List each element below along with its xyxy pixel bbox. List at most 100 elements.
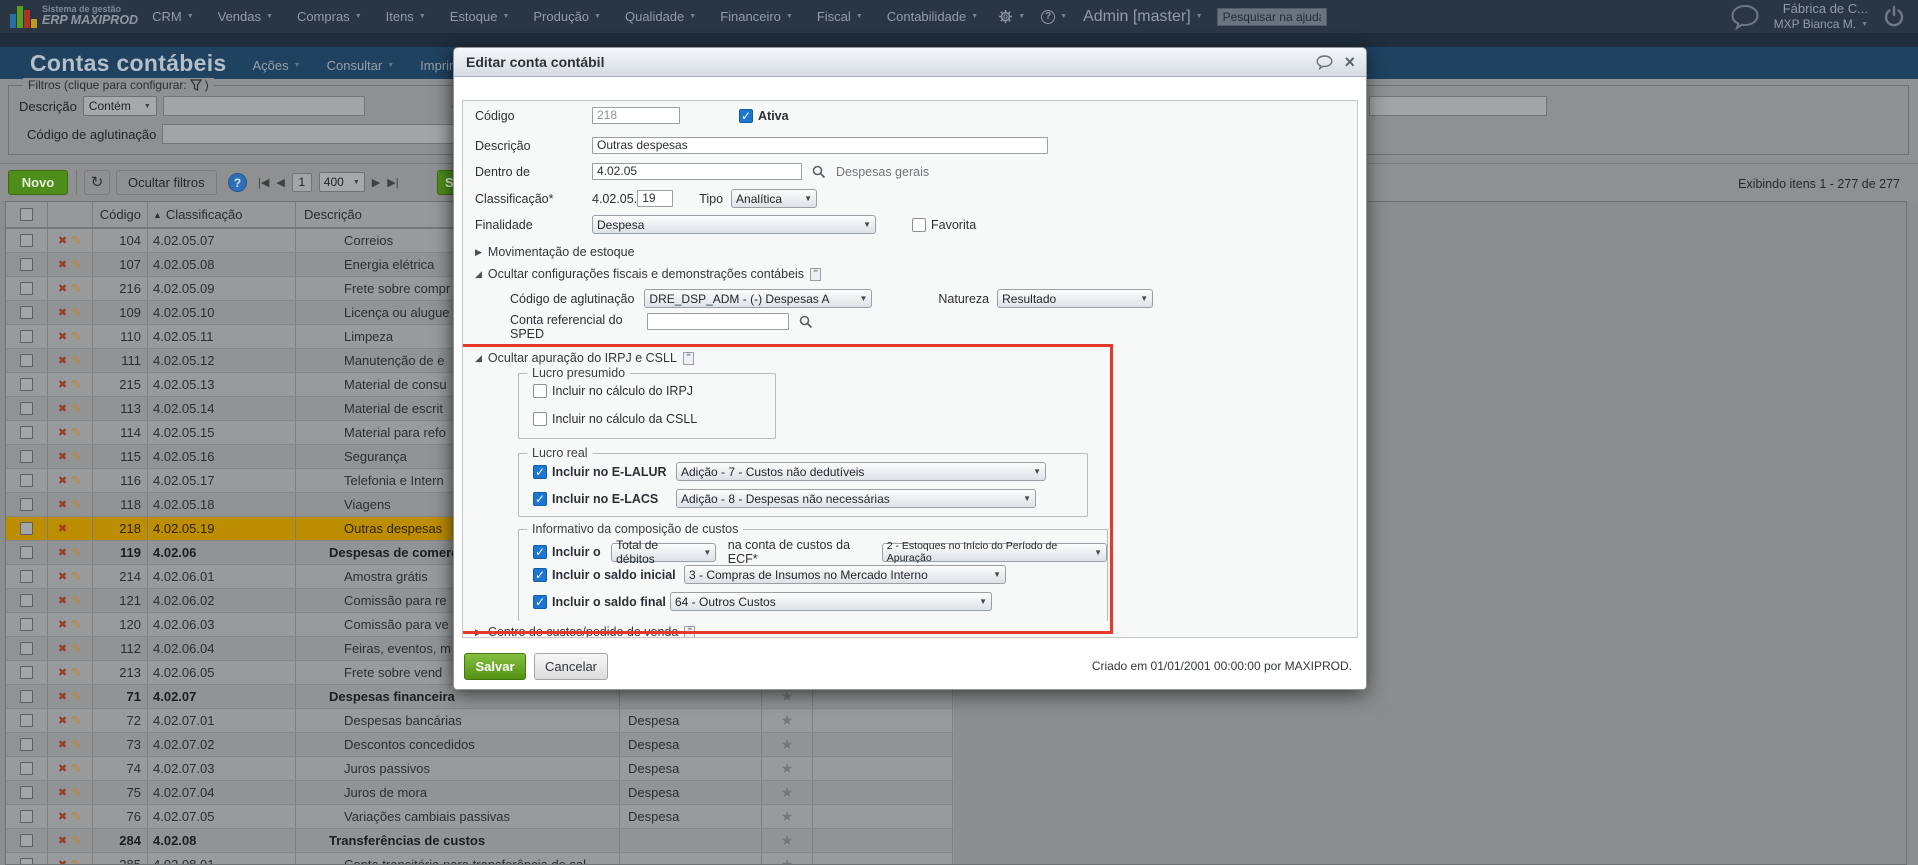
delete-icon[interactable]: ✖: [58, 234, 67, 247]
delete-icon[interactable]: ✖: [58, 402, 67, 415]
row-checkbox[interactable]: [20, 834, 33, 847]
modal-header[interactable]: Editar conta contábil ×: [454, 48, 1366, 77]
menu-item-fiscal[interactable]: Fiscal ▼: [817, 9, 863, 24]
row-checkbox[interactable]: [20, 282, 33, 295]
edit-pencil-icon[interactable]: ✎: [71, 689, 82, 705]
select-all-checkbox[interactable]: [20, 208, 33, 221]
section-centro-custos[interactable]: Centro de custos/pedido de venda: [488, 625, 678, 637]
classificacao-header[interactable]: ▲ Classificação: [148, 202, 296, 227]
edit-pencil-icon[interactable]: ✎: [71, 257, 82, 273]
edit-pencil-icon[interactable]: ✎: [71, 305, 82, 321]
row-checkbox[interactable]: [20, 738, 33, 751]
table-row[interactable]: ✖ ✎ 75 4.02.07.04 Juros de mora Despesa ★: [6, 781, 954, 805]
salvar-button[interactable]: Salvar: [464, 653, 526, 680]
favorita-cell[interactable]: ★: [762, 829, 813, 852]
row-checkbox[interactable]: [20, 498, 33, 511]
star-icon[interactable]: ★: [781, 784, 794, 801]
filters-legend[interactable]: Filtros (clique para configurar: ): [23, 78, 214, 92]
conta-custos-ecf-select[interactable]: 2 - Estoques no Início do Período de Apu…: [881, 540, 1108, 564]
incluir-o-checkbox[interactable]: [533, 545, 547, 559]
csll-checkbox[interactable]: [533, 412, 547, 426]
row-select-cell[interactable]: [6, 517, 48, 540]
delete-icon[interactable]: ✖: [58, 330, 67, 343]
row-select-cell[interactable]: [6, 685, 48, 708]
saldo-inicial-select[interactable]: 3 - Compras de Insumos no Mercado Intern…: [684, 565, 1006, 584]
delete-icon[interactable]: ✖: [58, 570, 67, 583]
page-number-input[interactable]: 1: [291, 172, 312, 192]
row-checkbox[interactable]: [20, 618, 33, 631]
row-select-cell[interactable]: [6, 613, 48, 636]
saldo-inicial-checkbox[interactable]: [533, 567, 547, 582]
edit-pencil-icon[interactable]: ✎: [71, 449, 82, 465]
edit-pencil-icon[interactable]: ✎: [71, 377, 82, 393]
logout-power-icon[interactable]: [1882, 5, 1906, 29]
codigo-header[interactable]: Código: [93, 202, 148, 227]
row-select-cell[interactable]: [6, 661, 48, 684]
edit-pencil-icon[interactable]: ✎: [71, 497, 82, 513]
delete-icon[interactable]: ✖: [58, 594, 67, 607]
row-checkbox[interactable]: [20, 258, 33, 271]
favorita-cell[interactable]: ★: [762, 853, 813, 864]
saldo-final-checkbox[interactable]: [533, 594, 547, 609]
favorita-cell[interactable]: ★: [762, 709, 813, 732]
row-select-cell[interactable]: [6, 301, 48, 324]
row-select-cell[interactable]: [6, 421, 48, 444]
row-select-cell[interactable]: [6, 373, 48, 396]
row-checkbox[interactable]: [20, 570, 33, 583]
user-info[interactable]: Fábrica de C... MXP Bianca M. ▼: [1774, 1, 1868, 32]
row-select-cell[interactable]: [6, 229, 48, 252]
delete-icon[interactable]: ✖: [58, 834, 67, 847]
last-page-icon[interactable]: ▶|: [387, 176, 398, 189]
row-select-cell[interactable]: [6, 445, 48, 468]
page-size-select[interactable]: 400 ▼: [318, 172, 365, 192]
delete-icon[interactable]: ✖: [58, 522, 67, 535]
elacs-checkbox[interactable]: [533, 491, 547, 506]
codigo-input[interactable]: 218: [592, 107, 680, 124]
admin-menu[interactable]: Admin [master] ▼: [1083, 8, 1203, 26]
row-select-cell[interactable]: [6, 781, 48, 804]
favorita-cell[interactable]: ★: [762, 733, 813, 756]
elacs-select[interactable]: Adição - 8 - Despesas não necessárias ▼: [676, 489, 1036, 508]
row-select-cell[interactable]: [6, 397, 48, 420]
edit-pencil-icon[interactable]: ✎: [71, 233, 82, 249]
delete-icon[interactable]: ✖: [58, 282, 67, 295]
row-checkbox[interactable]: [20, 786, 33, 799]
row-select-cell[interactable]: [6, 541, 48, 564]
next-page-icon[interactable]: ▶: [372, 176, 380, 189]
menu-item-contabilidade[interactable]: Contabilidade ▼: [887, 9, 978, 24]
aglutinacao-select[interactable]: DRE_DSP_ADM - (-) Despesas A ▼: [644, 289, 873, 308]
delete-icon[interactable]: ✖: [58, 642, 67, 655]
favorita-cell[interactable]: ★: [762, 757, 813, 780]
row-select-cell[interactable]: [6, 589, 48, 612]
row-select-cell[interactable]: [6, 565, 48, 588]
row-checkbox[interactable]: [20, 810, 33, 823]
row-select-cell[interactable]: [6, 349, 48, 372]
menu-item-acoes[interactable]: Ações ▼: [253, 58, 301, 73]
edit-pencil-icon[interactable]: ✎: [71, 425, 82, 441]
classificacao-input[interactable]: 19: [637, 190, 674, 207]
edit-pencil-icon[interactable]: ✎: [71, 785, 82, 801]
section-irpj-csll[interactable]: Ocultar apuração do IRPJ e CSLL: [488, 351, 677, 365]
filter-operator-select[interactable]: Contém ▼: [82, 96, 157, 116]
row-checkbox[interactable]: [20, 762, 33, 775]
search-lookup-icon[interactable]: [799, 315, 813, 329]
section-movimentacao[interactable]: Movimentação de estoque: [488, 245, 635, 259]
edit-pencil-icon[interactable]: ✎: [71, 401, 82, 417]
tipo-select[interactable]: Analítica ▼: [731, 189, 818, 208]
elalur-checkbox[interactable]: [533, 464, 547, 479]
settings-menu[interactable]: ▼: [998, 9, 1025, 24]
novo-button[interactable]: Novo: [8, 170, 68, 195]
delete-icon[interactable]: ✖: [58, 498, 67, 511]
delete-icon[interactable]: ✖: [58, 786, 67, 799]
star-icon[interactable]: ★: [781, 688, 794, 705]
filter-aglutinacao-input[interactable]: [162, 124, 475, 144]
table-row[interactable]: ✖ ✎ 73 4.02.07.02 Descontos concedidos Despes…: [6, 733, 954, 757]
refresh-button[interactable]: ↻: [84, 170, 110, 195]
descricao-input[interactable]: Outras despesas: [592, 137, 1048, 154]
row-checkbox[interactable]: [20, 522, 33, 535]
saldo-final-select[interactable]: 64 - Outros Custos ▼: [670, 592, 992, 611]
delete-icon[interactable]: ✖: [58, 378, 67, 391]
row-select-cell[interactable]: [6, 757, 48, 780]
table-row[interactable]: ✖ ✎ 76 4.02.07.05 Variações cambiais passiva…: [6, 805, 954, 829]
menu-item-financeiro[interactable]: Financeiro ▼: [720, 9, 793, 24]
